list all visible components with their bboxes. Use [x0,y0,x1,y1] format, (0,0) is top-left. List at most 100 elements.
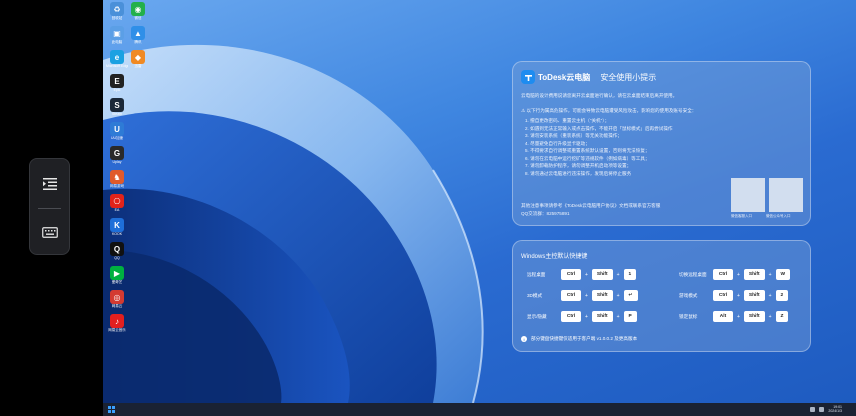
plus-sign: + [616,313,620,320]
shortcuts-title: Windows主控默认快捷键 [521,254,588,260]
menu-indent-icon [42,178,57,190]
desktop-icon-label: UU加速 [110,136,124,140]
desktop-icon-label: 腾讯 [134,40,142,44]
key-cap: Ctrl [713,269,733,280]
shortcut-row: 3D模式 Ctrl + Shift + ↵ [527,290,638,301]
desktop-icon[interactable]: K KOOK [106,218,128,236]
windows-logo-icon [108,406,111,409]
app-icon: U [110,122,124,136]
qr-label-official: 微信公众号入口 [766,214,791,218]
app-icon: S [110,98,124,112]
desktop-icon[interactable]: ◉ 微信 [127,2,149,20]
volume-icon[interactable] [819,406,825,412]
app-icon: Q [110,242,124,256]
qr-code-official [769,178,803,212]
keyboard-button[interactable] [30,217,69,247]
key-cap: Ctrl [561,290,581,301]
key-cap: Shift [591,269,613,280]
qq-group-text: QQ交流群：825975891 [521,211,570,216]
desktop-icon-label: 回收站 [111,16,123,20]
desktop-icon-label: Uplay [112,160,122,164]
key-cap: P [623,311,637,322]
app-icon: ◎ [110,290,124,304]
plus-sign: + [737,292,740,299]
network-icon[interactable] [810,406,816,412]
desktop-icon[interactable]: ◎ 网易云 [106,290,128,308]
desktop-icon[interactable]: ♪ 网易云音乐 [106,314,128,332]
panel-title: 安全使用小提示 [600,72,657,82]
warning-text: ⚠ 以下行为属高危操作，可能会导致云电脑遭受风险攻击，影响您的使用及账号安全： [521,108,697,113]
key-cap: Ctrl [713,290,733,301]
todesk-logo-icon [521,70,535,84]
menu-toggle-button[interactable] [30,169,69,199]
app-icon: K [110,218,124,232]
plus-sign: + [616,271,620,278]
desktop-icon[interactable]: ▲ 腾讯 [127,26,149,44]
key-cap: 2 [775,290,789,301]
app-icon: ▶ [110,266,124,280]
taskbar: 19:01 2024/1/3 [103,403,856,416]
key-cap: Shift [591,290,613,301]
system-tray: 19:01 2024/1/3 [810,405,842,413]
shortcut-row: 游戏模式 Ctrl + Shift +2 [679,290,789,301]
desktop-icon[interactable]: ▶ 爱奇艺 [106,266,128,284]
shortcut-label: 显示/隐藏 [527,313,547,319]
desktop-icon-label: KOOK [111,232,123,236]
desktop-icon-label: 网易云音乐 [108,328,126,332]
desktop-icon[interactable]: G Uplay [106,146,128,164]
desktop-icon[interactable]: ♻ 回收站 [106,2,128,20]
app-icon: ♻ [110,2,124,16]
desktop-icon[interactable]: E Epic [106,74,128,92]
plus-sign: + [585,292,588,299]
key-cap: 1 [623,269,637,280]
desktop-icon-label: 迅雷 [134,64,142,68]
shortcut-row: 切换远程桌面 Ctrl + Shift + W [679,269,791,280]
app-icon: G [110,146,124,160]
shortcut-label: 切换远程桌面 [679,271,707,277]
shortcut-label: 锁定鼠标 [679,313,698,319]
floating-toolbar [29,158,70,255]
keyboard-icon [41,226,58,238]
qr-code-service [731,178,765,212]
app-icon: ▣ [110,26,124,40]
desktop-icon-label: Steam [111,112,123,116]
app-icon: ▲ [131,26,145,40]
desktop-icon[interactable]: U UU加速 [106,122,128,140]
tip-item: 8. 请勿通过云电脑进行违法操作，发现后将停止服务 [525,170,632,176]
desktop-icon[interactable]: ◆ 迅雷 [127,50,149,68]
plus-sign: + [585,313,588,320]
plus-sign: + [768,292,772,299]
plus-sign: + [768,313,772,320]
key-cap: Alt [713,311,733,322]
desktop-icon[interactable]: Q QQ [106,242,128,260]
desktop-icon[interactable]: S Steam [106,98,128,116]
desktop-icon[interactable]: ♞ 网易游戏 [106,170,128,188]
info-icon: i [521,336,527,342]
desktop-icon-label: 爱奇艺 [111,280,123,284]
clock[interactable]: 19:01 2024/1/3 [828,405,842,413]
key-cap: Shift [743,269,765,280]
desktop-icon[interactable]: ⎔ EA [106,194,128,212]
plus-sign: + [737,271,740,278]
key-cap: Z [775,311,789,322]
plus-sign: + [768,271,772,278]
qr-label-service: 微信客服入口 [731,214,752,218]
desktop-icon-label: Epic [113,88,121,92]
key-cap: ↵ [623,290,638,301]
desktop-icon-label: QQ [114,256,120,260]
key-cap: Ctrl [561,311,581,322]
key-cap: Shift [591,311,613,322]
intro-text: 云电脑的设计费用说请您离开云桌面进行确认，请在云桌面结束后离开使用。 [521,93,678,98]
key-cap: Shift [743,311,765,322]
agreement-text: 其他注意事项请参考《ToDesk云电脑用户协议》文档或联系官方客服 [521,203,661,208]
shortcuts-footer: i 部分键盘快捷键仅适用于客户端 v1.0.0.2 及更高版本 [521,336,637,342]
start-button[interactable] [108,406,115,413]
desktop-icon-label: 网易游戏 [110,184,124,188]
desktop-icon[interactable]: e Microsoft Edge [106,50,128,68]
shortcut-label: 游戏模式 [679,292,698,298]
desktop-icon-label: 微信 [134,16,142,20]
safety-tips-panel: ToDesk云电脑 安全使用小提示 云电脑的设计费用说请您离开云桌面进行确认，请… [512,61,811,226]
key-cap: Ctrl [561,269,581,280]
desktop-icon[interactable]: ▣ 此电脑 [106,26,128,44]
shortcut-label: 远程桌面 [527,271,546,277]
